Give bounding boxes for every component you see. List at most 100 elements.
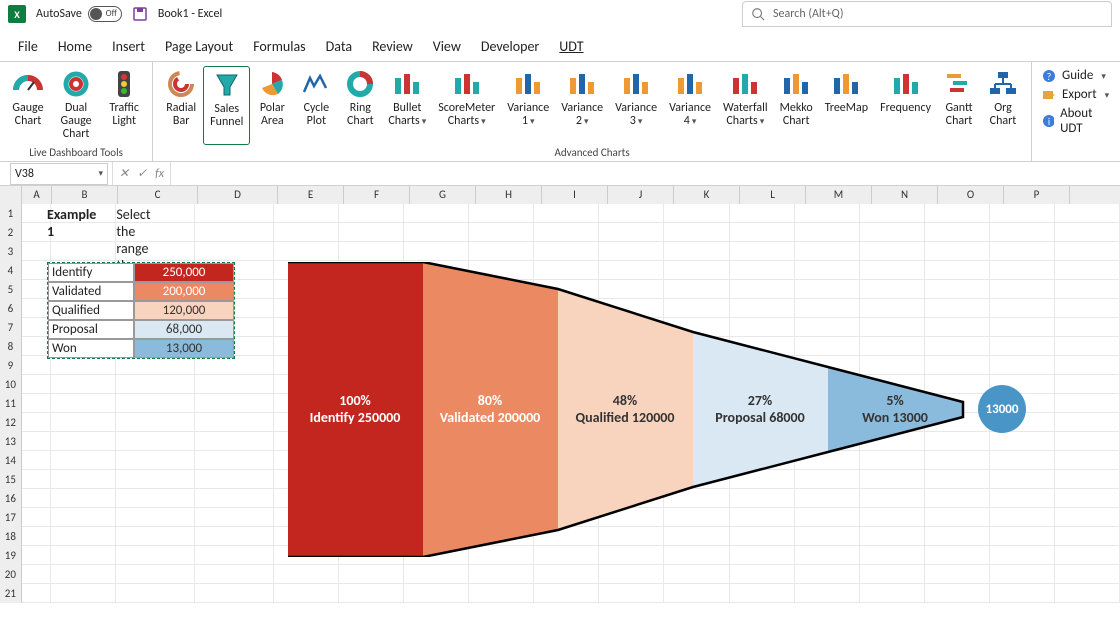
table-row[interactable]: Proposal68,000 <box>48 320 234 339</box>
cell[interactable] <box>1055 413 1120 432</box>
col-header-H[interactable]: H <box>476 186 542 204</box>
cell[interactable] <box>22 508 52 527</box>
cell[interactable] <box>195 546 274 565</box>
cell[interactable] <box>925 584 990 603</box>
ribbon-org-chart[interactable]: OrgChart <box>981 66 1025 145</box>
cell[interactable] <box>22 565 52 584</box>
cell[interactable] <box>404 204 469 223</box>
ribbon-radial-bar[interactable]: RadialBar <box>159 66 203 145</box>
cell[interactable] <box>925 565 990 584</box>
cell[interactable] <box>860 242 925 261</box>
save-icon[interactable] <box>132 6 148 22</box>
cell[interactable] <box>195 375 274 394</box>
cell[interactable] <box>51 489 116 508</box>
cell[interactable] <box>116 565 195 584</box>
cell[interactable] <box>116 546 195 565</box>
cell[interactable] <box>1055 527 1120 546</box>
cell[interactable] <box>195 394 274 413</box>
cell[interactable] <box>1055 375 1120 394</box>
spreadsheet[interactable]: ABCDEFGHIJKLMNOP 12345678910111213141516… <box>0 186 1120 603</box>
row-header-13[interactable]: 13 <box>0 432 22 451</box>
table-row[interactable]: Qualified120,000 <box>48 301 234 320</box>
table-row[interactable]: Won13,000 <box>48 339 234 358</box>
cell[interactable] <box>116 470 195 489</box>
cell[interactable] <box>664 223 729 242</box>
cell[interactable] <box>195 451 274 470</box>
name-box[interactable]: V38 ▾ <box>10 163 108 185</box>
row-header-15[interactable]: 15 <box>0 470 22 489</box>
cell[interactable] <box>664 584 729 603</box>
cell[interactable] <box>990 204 1055 223</box>
cell[interactable] <box>195 204 274 223</box>
col-header-E[interactable]: E <box>278 186 344 204</box>
cell[interactable] <box>51 394 116 413</box>
cell[interactable] <box>51 584 116 603</box>
cell[interactable] <box>339 204 404 223</box>
cell[interactable] <box>22 451 52 470</box>
cell[interactable] <box>274 565 339 584</box>
cell[interactable] <box>339 242 404 261</box>
cell[interactable] <box>469 565 534 584</box>
cell[interactable] <box>51 527 116 546</box>
ribbon-mekko-chart[interactable]: MekkoChart <box>774 66 819 145</box>
data-table[interactable]: Identify250,000Validated200,000Qualified… <box>47 262 235 359</box>
cell[interactable] <box>116 584 195 603</box>
cell[interactable] <box>274 242 339 261</box>
col-header-D[interactable]: D <box>198 186 278 204</box>
tab-file[interactable]: File <box>18 38 38 55</box>
cell[interactable] <box>51 451 116 470</box>
tab-data[interactable]: Data <box>326 38 352 55</box>
cell[interactable] <box>1055 508 1120 527</box>
row-header-6[interactable]: 6 <box>0 299 22 318</box>
cell[interactable] <box>1055 489 1120 508</box>
cell[interactable] <box>860 565 925 584</box>
row-header-17[interactable]: 17 <box>0 508 22 527</box>
cell[interactable] <box>469 204 534 223</box>
cell[interactable] <box>116 394 195 413</box>
row-header-2[interactable]: 2 <box>0 223 22 242</box>
row-header-14[interactable]: 14 <box>0 451 22 470</box>
row-header-4[interactable]: 4 <box>0 261 22 280</box>
cell[interactable] <box>51 375 116 394</box>
cell[interactable] <box>274 584 339 603</box>
cell[interactable] <box>1055 546 1120 565</box>
ribbon-polar-area[interactable]: PolarArea <box>250 66 294 145</box>
cell[interactable] <box>795 242 860 261</box>
toggle-switch[interactable]: Off <box>88 6 122 22</box>
row-header-10[interactable]: 10 <box>0 375 22 394</box>
cell[interactable] <box>1055 280 1120 299</box>
tab-udt[interactable]: UDT <box>559 38 583 55</box>
col-header-A[interactable]: A <box>22 186 52 204</box>
cell[interactable] <box>730 565 795 584</box>
cell[interactable] <box>1055 584 1120 603</box>
cell[interactable] <box>22 584 52 603</box>
cell[interactable] <box>1055 204 1120 223</box>
cell[interactable] <box>730 223 795 242</box>
cell[interactable] <box>795 584 860 603</box>
cell[interactable] <box>195 413 274 432</box>
cell[interactable] <box>404 242 469 261</box>
cell[interactable] <box>860 204 925 223</box>
cell[interactable] <box>51 508 116 527</box>
cell[interactable] <box>990 223 1055 242</box>
ribbon-cycle-plot[interactable]: CyclePlot <box>294 66 338 145</box>
row-header-18[interactable]: 18 <box>0 527 22 546</box>
cell[interactable] <box>116 527 195 546</box>
cell[interactable] <box>195 432 274 451</box>
cell[interactable] <box>925 204 990 223</box>
about-link[interactable]: iAbout UDT <box>1042 106 1110 136</box>
row-header-12[interactable]: 12 <box>0 413 22 432</box>
cell[interactable] <box>116 508 195 527</box>
cell[interactable] <box>664 204 729 223</box>
col-header-I[interactable]: I <box>542 186 608 204</box>
cell[interactable] <box>195 527 274 546</box>
funnel-chart[interactable]: 100%Identify 25000080%Validated 20000048… <box>288 262 1058 561</box>
cell[interactable] <box>339 584 404 603</box>
cell[interactable] <box>1055 299 1120 318</box>
formula-input[interactable] <box>171 163 1120 185</box>
cell[interactable] <box>116 375 195 394</box>
fx-icon[interactable]: fx <box>155 167 164 181</box>
cell[interactable] <box>195 489 274 508</box>
cell[interactable] <box>534 242 599 261</box>
cell[interactable] <box>274 223 339 242</box>
